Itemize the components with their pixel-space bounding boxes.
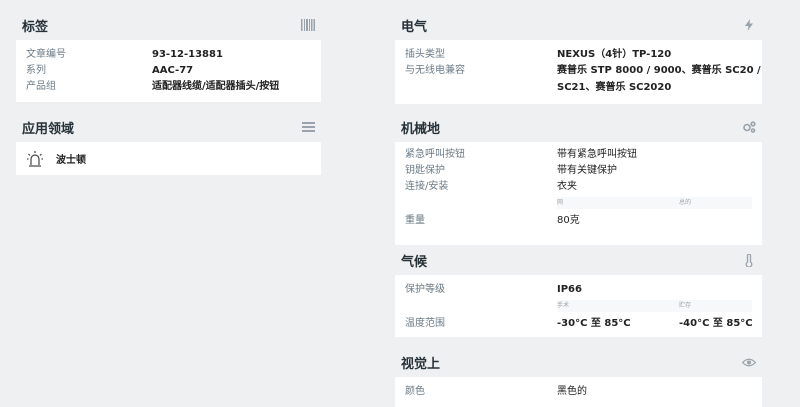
weight-label: 重量 [405, 215, 425, 226]
electrical-header: 电气 [395, 10, 762, 40]
temp-storage-value: -40°C 至 85°C [679, 318, 753, 329]
temp-operation-header: 手术 [557, 302, 570, 309]
thermometer-icon [742, 253, 756, 267]
weight-value: 80克 [557, 215, 580, 226]
weight-gross-header: 总的 [679, 199, 692, 206]
mech-value: 带有紧急呼叫按钮 [557, 149, 637, 160]
temp-subheader: 手术 贮存 [557, 300, 752, 312]
tags-body: 文章编号 93-12-13881 系列 AAC-77 产品组 适配器线缆/适配器插头/… [16, 40, 321, 102]
eye-icon [742, 355, 756, 369]
lightning-icon [742, 18, 756, 32]
electrical-title: 电气 [401, 19, 428, 35]
temp-row: 温度范围 -30°C 至 85°C -40°C 至 85°C [405, 316, 762, 332]
electrical-body: 插头类型 NEXUS（4针）TP-120 与无线电兼容 赛普乐 STP 8000 … [395, 40, 762, 104]
protection-value: IP66 [557, 284, 582, 295]
application-card: 应用领域 波士顿 [16, 112, 321, 175]
tags-title: 标签 [22, 19, 49, 35]
plug-type-value: NEXUS（4针）TP-120 [557, 49, 672, 60]
color-label: 颜色 [405, 386, 425, 397]
application-item: 波士顿 [56, 155, 86, 166]
visual-body: 颜色 黑色的 [395, 377, 762, 407]
plug-type-label: 插头类型 [405, 49, 445, 60]
weight-subheader: 网 总的 [557, 197, 752, 209]
temp-storage-header: 贮存 [679, 302, 692, 309]
weight-row: 重量 80克 [405, 213, 762, 229]
tags-header: 标签 [16, 10, 321, 40]
tag-label: 文章编号 [26, 49, 66, 60]
protection-label: 保护等级 [405, 284, 445, 295]
barcode-icon [301, 18, 315, 32]
weight-net-header: 网 [557, 199, 564, 206]
compat-label: 与无线电兼容 [405, 65, 465, 76]
climate-header: 气候 [395, 245, 762, 275]
mech-label: 连接/安装 [405, 181, 449, 192]
application-header: 应用领域 [16, 112, 321, 142]
electrical-card: 电气 插头类型 NEXUS（4针）TP-120 与无线电兼容 赛普乐 STP 80… [395, 10, 762, 104]
mech-value: 带有关键保护 [557, 165, 617, 176]
plug-type-row: 插头类型 NEXUS（4针）TP-120 [405, 47, 762, 63]
visual-title: 视觉上 [401, 356, 441, 372]
tag-label: 系列 [26, 65, 46, 76]
mech-row: 紧急呼叫按钮 带有紧急呼叫按钮 [405, 147, 762, 163]
mechanical-header: 机械地 [395, 112, 762, 142]
tag-row: 文章编号 93-12-13881 [26, 47, 321, 63]
compat-row: 与无线电兼容 赛普乐 STP 8000 / 9000、赛普乐 SC20 / SC… [405, 63, 762, 96]
list-icon [301, 120, 315, 134]
gears-icon [742, 120, 756, 134]
color-row: 颜色 黑色的 [405, 384, 762, 400]
protection-row: 保护等级 IP66 [405, 282, 762, 298]
mechanical-body: 紧急呼叫按钮 带有紧急呼叫按钮 钥匙保护 带有关键保护 连接/安装 衣夹 网 总的 重… [395, 142, 762, 245]
tag-row: 系列 AAC-77 [26, 63, 321, 79]
visual-header: 视觉上 [395, 347, 762, 377]
compat-value-line2: SC21、赛普乐 SC2020 [557, 82, 672, 93]
color-value: 黑色的 [557, 386, 587, 397]
compat-value-line1: 赛普乐 STP 8000 / 9000、赛普乐 SC20 / [557, 65, 761, 76]
mech-label: 钥匙保护 [405, 165, 445, 176]
climate-title: 气候 [401, 254, 428, 270]
application-body: 波士顿 [16, 142, 321, 175]
mechanical-card: 机械地 紧急呼叫按钮 带有紧急呼叫按钮 钥匙保护 带有关键保护 连接/安装 衣夹 网 … [395, 112, 762, 245]
mechanical-title: 机械地 [401, 121, 441, 137]
tag-value: 适配器线缆/适配器插头/按钮 [152, 81, 280, 92]
tag-value: 93-12-13881 [152, 49, 223, 60]
climate-body: 保护等级 IP66 手术 贮存 温度范围 -30°C 至 85°C -40°C 至 8… [395, 275, 762, 337]
application-title: 应用领域 [22, 121, 75, 137]
mech-row: 连接/安装 衣夹 [405, 179, 762, 195]
tag-value: AAC-77 [152, 65, 194, 76]
visual-card: 视觉上 颜色 黑色的 [395, 347, 762, 407]
tag-row: 产品组 适配器线缆/适配器插头/按钮 [26, 79, 321, 95]
mech-value: 衣夹 [557, 181, 577, 192]
tags-card: 标签 文章编号 93-12-13881 系列 AAC-77 产品组 适配器线缆/适配器… [16, 10, 321, 102]
compat-values: 赛普乐 STP 8000 / 9000、赛普乐 SC20 / SC21、赛普乐 … [557, 63, 761, 96]
tag-label: 产品组 [26, 81, 56, 92]
mech-label: 紧急呼叫按钮 [405, 149, 465, 160]
temp-operation-value: -30°C 至 85°C [557, 318, 631, 329]
mech-row: 钥匙保护 带有关键保护 [405, 163, 762, 179]
climate-card: 气候 保护等级 IP66 手术 贮存 温度范围 -30°C 至 85°C -40°C … [395, 245, 762, 337]
temp-label: 温度范围 [405, 318, 445, 329]
beacon-icon [26, 150, 44, 168]
